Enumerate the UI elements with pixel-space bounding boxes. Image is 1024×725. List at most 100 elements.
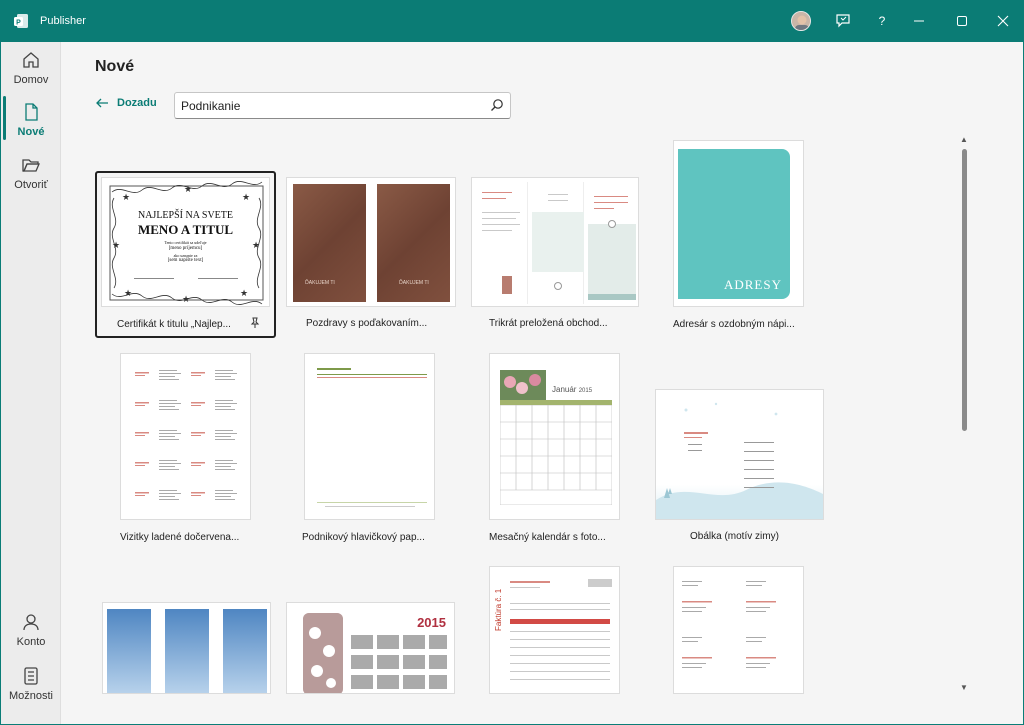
cert-small4: [sem napíšte text] bbox=[167, 258, 204, 263]
template-certificate[interactable]: ★ ★ ★ ★ ★ ★ ★ ★ NAJLEPŠÍ NA SVETE MENO A… bbox=[95, 171, 276, 338]
sidebar-item-label: Nové bbox=[17, 126, 45, 138]
template-thumbnail: Faktúra č. 1 bbox=[489, 566, 620, 694]
template-winter-envelope[interactable]: Obálka (motív zimy) bbox=[655, 389, 825, 549]
template-thumbnail bbox=[102, 602, 271, 694]
template-label: Vizitky ladené dočervena... bbox=[120, 532, 240, 543]
back-label: Dozadu bbox=[117, 97, 157, 109]
calendar-year: 2015 bbox=[417, 615, 446, 630]
page-title: Nové bbox=[95, 58, 135, 75]
minimize-button[interactable] bbox=[908, 10, 930, 32]
invoice-title: Faktúra č. 1 bbox=[494, 588, 503, 631]
arrow-left-icon bbox=[96, 98, 108, 108]
search-box[interactable] bbox=[174, 92, 511, 119]
sidebar-item-new[interactable]: Nové bbox=[1, 102, 61, 148]
person-icon bbox=[23, 614, 39, 631]
sidebar-item-label: Domov bbox=[13, 74, 49, 86]
card-left-text: ĎAKUJEM TI bbox=[305, 280, 335, 286]
template-letterhead[interactable]: Podnikový hlavičkový pap... bbox=[302, 353, 454, 548]
sidebar-item-home[interactable]: Domov bbox=[1, 50, 61, 96]
close-icon bbox=[997, 15, 1009, 27]
template-thumbnail bbox=[673, 566, 804, 694]
feedback-button[interactable] bbox=[832, 10, 854, 32]
template-monthly-calendar[interactable]: Január 2015 Mesačný kalendár s foto... bbox=[489, 353, 639, 548]
help-button[interactable]: ? bbox=[871, 10, 893, 32]
calendar-grid-icon bbox=[500, 405, 612, 505]
template-thumbnail bbox=[471, 177, 639, 307]
cert-small2: [meno príjemcu] bbox=[168, 246, 203, 251]
cert-line2: MENO A TITUL bbox=[137, 222, 234, 237]
search-icon[interactable] bbox=[490, 98, 504, 112]
template-label: Mesačný kalendár s foto... bbox=[489, 532, 606, 543]
svg-text:★: ★ bbox=[182, 294, 190, 304]
vertical-scrollbar[interactable]: ▲ ▼ bbox=[959, 136, 969, 696]
svg-text:★: ★ bbox=[124, 288, 132, 298]
template-thumbnail: Január 2015 bbox=[489, 353, 620, 520]
publisher-logo-icon: P bbox=[14, 14, 28, 28]
svg-text:★: ★ bbox=[184, 184, 192, 194]
template-thumbnail bbox=[304, 353, 435, 520]
blossom-photo-icon bbox=[303, 613, 343, 693]
cert-small1: Tento certifikát sa udeľuje bbox=[164, 240, 207, 245]
minimize-icon bbox=[914, 20, 924, 22]
maximize-button[interactable] bbox=[951, 10, 973, 32]
cert-line1: NAJLEPŠÍ NA SVETE bbox=[137, 210, 233, 221]
template-label: Obálka (motív zimy) bbox=[690, 531, 779, 542]
search-input[interactable] bbox=[181, 97, 481, 115]
template-label: Certifikát k titulu „Najlep... bbox=[117, 319, 231, 330]
template-business-cards[interactable]: Vizitky ladené dočervena... bbox=[120, 353, 270, 548]
open-folder-icon bbox=[22, 159, 40, 172]
maximize-icon bbox=[957, 16, 967, 26]
template-label: Podnikový hlavičkový pap... bbox=[302, 532, 425, 543]
sidebar-item-label: Konto bbox=[16, 636, 46, 648]
svg-text:★: ★ bbox=[242, 192, 250, 202]
card-grid-icon bbox=[135, 370, 237, 500]
close-button[interactable] bbox=[992, 10, 1014, 32]
svg-text:★: ★ bbox=[122, 192, 130, 202]
template-thumbnail: ĎAKUJEM TI ĎAKUJEM TI bbox=[286, 177, 456, 307]
template-thumbnail: 2015 bbox=[286, 602, 455, 694]
pin-icon[interactable] bbox=[249, 317, 261, 329]
template-labels[interactable] bbox=[673, 566, 804, 694]
sidebar-item-label: Možnosti bbox=[8, 690, 54, 702]
scroll-up-button[interactable]: ▲ bbox=[960, 136, 968, 144]
avatar-photo-icon bbox=[792, 12, 810, 30]
teal-cover: ADRESY bbox=[678, 149, 790, 299]
back-button[interactable]: Dozadu bbox=[95, 97, 157, 109]
app-title: Publisher bbox=[40, 15, 86, 27]
sidebar-item-account[interactable]: Konto bbox=[1, 612, 61, 658]
template-label: Trikrát preložená obchod... bbox=[489, 318, 608, 329]
calendar-photo bbox=[500, 370, 546, 400]
sidebar-item-options[interactable]: Možnosti bbox=[1, 666, 61, 712]
card-right: ĎAKUJEM TI bbox=[377, 184, 450, 302]
template-address-book[interactable]: ADRESY Adresár s ozdobným nápi... bbox=[673, 140, 843, 337]
sidebar-item-label: Otvoriť bbox=[14, 179, 48, 191]
template-invoice[interactable]: Faktúra č. 1 bbox=[489, 566, 620, 694]
flower-photo-icon bbox=[500, 370, 546, 400]
account-avatar[interactable] bbox=[791, 11, 811, 31]
template-thank-you-cards[interactable]: ĎAKUJEM TI ĎAKUJEM TI Pozdravy s poďakov… bbox=[286, 177, 456, 337]
scroll-down-button[interactable]: ▼ bbox=[960, 684, 968, 692]
window-body: Domov Nové Otvoriť Konto Možnosti Nové D… bbox=[1, 42, 1023, 724]
new-document-icon bbox=[25, 103, 38, 121]
card-left: ĎAKUJEM TI bbox=[293, 184, 366, 302]
options-list-icon bbox=[24, 667, 38, 685]
template-calendar-2015[interactable]: 2015 bbox=[286, 602, 456, 694]
template-label: Adresár s ozdobným nápi... bbox=[673, 319, 795, 330]
template-thumbnail: ADRESY bbox=[673, 140, 804, 307]
card-right-text: ĎAKUJEM TI bbox=[399, 280, 429, 286]
sidebar: Domov Nové Otvoriť Konto Možnosti bbox=[1, 42, 61, 724]
help-icon: ? bbox=[878, 14, 886, 28]
cover-title: ADRESY bbox=[723, 277, 782, 292]
template-brochure-sky[interactable] bbox=[102, 602, 272, 694]
sidebar-item-open[interactable]: Otvoriť bbox=[1, 155, 61, 201]
label-sheet-icon bbox=[682, 581, 776, 668]
template-trifold-brochure[interactable]: Trikrát preložená obchod... bbox=[471, 177, 641, 337]
calendar-month: Január 2015 bbox=[552, 385, 593, 394]
home-icon bbox=[23, 52, 39, 68]
main-content: Nové Dozadu Podnikanie ★ ★ ★ ★ ★ ★ ★ ★ N… bbox=[62, 42, 1023, 724]
feedback-icon bbox=[836, 14, 850, 28]
svg-text:★: ★ bbox=[240, 288, 248, 298]
template-thumbnail bbox=[655, 389, 824, 520]
template-label: Pozdravy s poďakovaním... bbox=[306, 318, 428, 329]
scroll-thumb[interactable] bbox=[962, 149, 967, 431]
